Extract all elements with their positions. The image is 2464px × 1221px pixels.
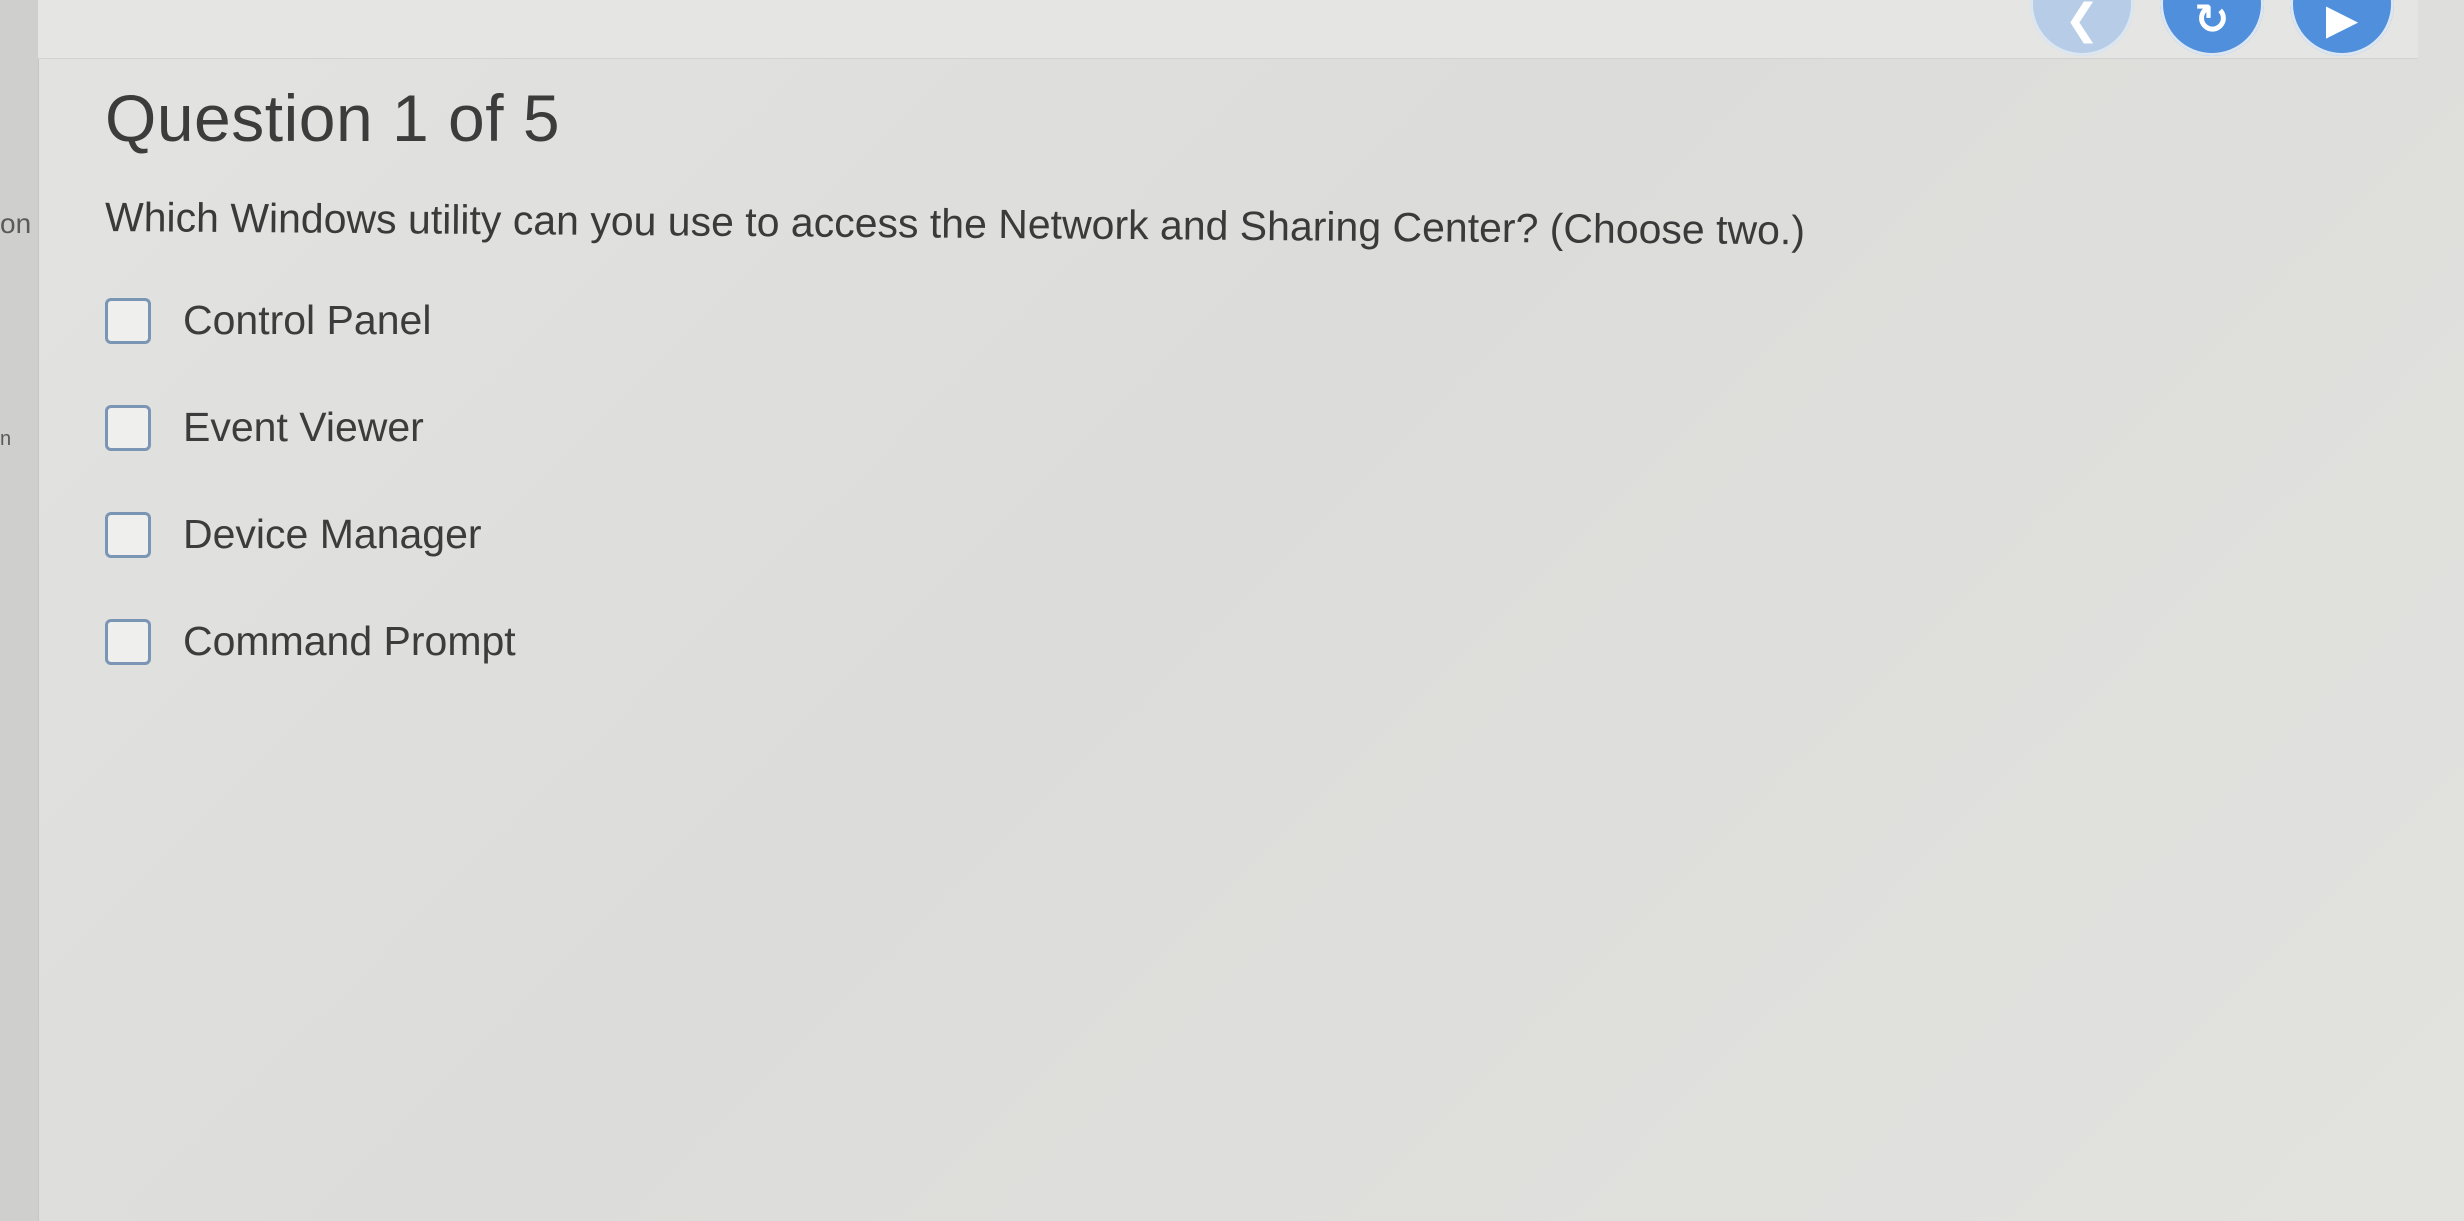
- answer-option[interactable]: Command Prompt: [105, 588, 2344, 695]
- sidebar-text-fragment: n: [0, 428, 12, 450]
- answer-options: Control Panel Event Viewer Device Manage…: [105, 267, 2344, 695]
- left-sidebar: on n: [0, 0, 39, 1221]
- play-arrow-icon: ▶: [2325, 0, 2359, 44]
- question-title: Question 1 of 5: [105, 81, 561, 155]
- answer-label: Event Viewer: [183, 404, 424, 451]
- answer-checkbox[interactable]: [105, 511, 151, 558]
- answer-checkbox[interactable]: [105, 404, 151, 451]
- answer-option[interactable]: Event Viewer: [105, 374, 2344, 481]
- quiz-screen: on n ❮ ↻ ▶ Question 1 of 5 Which Windows…: [0, 0, 2464, 1221]
- back-button[interactable]: ❮: [2030, 0, 2134, 56]
- navigation-buttons: ❮ ↻ ▶: [2030, 0, 2394, 56]
- answer-checkbox[interactable]: [105, 297, 151, 344]
- reload-button[interactable]: ↻: [2160, 0, 2264, 56]
- answer-option[interactable]: Control Panel: [105, 267, 2344, 374]
- question-prompt: Which Windows utility can you use to acc…: [104, 194, 1806, 254]
- answer-label: Control Panel: [183, 297, 432, 344]
- answer-label: Device Manager: [183, 511, 482, 558]
- answer-checkbox[interactable]: [105, 618, 151, 665]
- next-button[interactable]: ▶: [2290, 0, 2394, 56]
- question-panel: Question 1 of 5 Which Windows utility ca…: [105, 80, 2344, 695]
- refresh-icon: ↻: [2194, 0, 2230, 44]
- answer-label: Command Prompt: [183, 618, 516, 665]
- answer-option[interactable]: Device Manager: [105, 481, 2344, 588]
- chevron-left-icon: ❮: [2064, 0, 2100, 44]
- sidebar-text-fragment: on: [0, 208, 32, 239]
